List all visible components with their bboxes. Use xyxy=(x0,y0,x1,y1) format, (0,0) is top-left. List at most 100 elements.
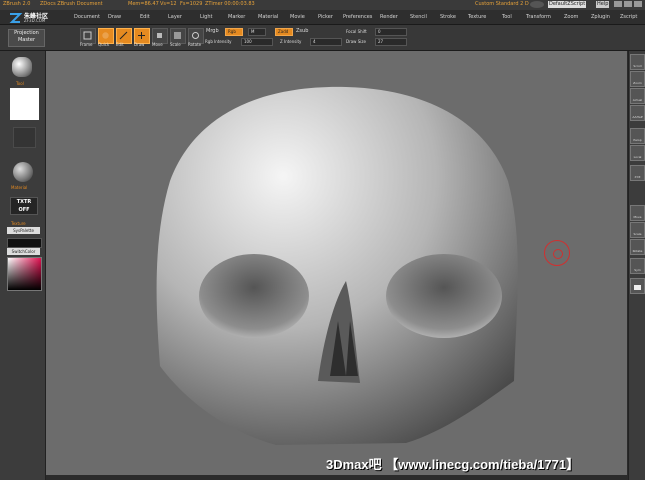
move-view-label: Move xyxy=(633,215,642,219)
actual-label: Actual xyxy=(632,98,643,102)
local-button[interactable]: Local xyxy=(630,145,645,161)
menu-stroke[interactable]: Stroke xyxy=(440,14,456,20)
quick-icon xyxy=(102,32,109,39)
minimize-button[interactable] xyxy=(614,1,622,7)
menu-picker[interactable]: Picker xyxy=(318,14,333,20)
menu-stencil[interactable]: Stencil xyxy=(410,14,427,20)
scale-view-label: Scale xyxy=(633,232,642,236)
focal-shift-slider[interactable]: 0 xyxy=(375,28,407,36)
menu-draw[interactable]: Draw xyxy=(108,14,121,20)
menu-movie[interactable]: Movie xyxy=(290,14,305,20)
top-shelf: Projection Master Frame Quick Edit Draw … xyxy=(0,25,645,51)
scale-label: Scale xyxy=(170,42,181,47)
menu-zscript[interactable]: Zscript xyxy=(620,14,637,20)
move-view-button[interactable]: Move xyxy=(630,205,645,221)
menu-zplugin[interactable]: Zplugin xyxy=(591,14,610,20)
persp-label: Persp xyxy=(633,138,642,142)
draw-size-cursor xyxy=(544,240,570,266)
menu-zoom[interactable]: Zoom xyxy=(564,14,578,20)
help-circle-icon[interactable] xyxy=(530,1,544,8)
move-icon xyxy=(157,33,162,38)
xyz-button[interactable]: XYZ xyxy=(630,165,645,181)
material-sphere-icon[interactable] xyxy=(13,162,33,182)
local-label: Local xyxy=(633,155,642,159)
projection-master-button[interactable]: Projection Master xyxy=(8,29,45,47)
menu-render[interactable]: Render xyxy=(380,14,398,20)
mrgb-toggle[interactable]: Mrgb xyxy=(206,28,219,35)
menu-layer[interactable]: Layer xyxy=(168,14,182,20)
z-intensity-label: Z Intensity xyxy=(280,39,302,44)
camera-button[interactable] xyxy=(630,278,645,294)
rotate-view-button[interactable]: Rotate xyxy=(630,239,645,255)
left-tray: Tool Material TXTR OFF Texture SysPalett… xyxy=(0,51,46,480)
default-zscript-button[interactable]: DefaultZScript xyxy=(548,1,587,8)
draw-size-slider[interactable]: 27 xyxy=(375,38,407,46)
menu-texture[interactable]: Texture xyxy=(468,14,486,20)
draw-label: Draw xyxy=(134,42,145,47)
draw-size-label: Draw Size xyxy=(346,39,366,44)
alpha-swatch[interactable] xyxy=(10,88,39,120)
watermark: 3Dmax吧 【www.linecg.com/tieba/1771】 xyxy=(326,457,580,472)
menu-tool[interactable]: Tool xyxy=(502,14,512,20)
rotate-label: Rotate xyxy=(188,42,202,47)
frame-label: Frame xyxy=(80,42,93,47)
sym-button[interactable]: Sym xyxy=(630,258,645,274)
menu-edit[interactable]: Edit xyxy=(140,14,150,20)
actual-button[interactable]: Actual xyxy=(630,88,645,104)
scroll-button[interactable]: Scroll xyxy=(630,54,645,70)
close-button[interactable] xyxy=(634,1,642,7)
txtr-off-button[interactable]: TXTR OFF xyxy=(10,197,38,215)
scroll-label: Scroll xyxy=(633,64,642,68)
ztimer: ZTimer 00:00:03.83 xyxy=(205,1,255,7)
zoom-button[interactable]: Zoom xyxy=(630,71,645,87)
rgb-intensity-slider[interactable]: 100 xyxy=(241,38,273,46)
mem-stat: Mem=86.47 xyxy=(128,1,159,7)
scale-view-button[interactable]: Scale xyxy=(630,222,645,238)
rgb-intensity-label: Rgb Intensity xyxy=(205,39,232,44)
draw-icon xyxy=(138,32,145,39)
menu-preferences[interactable]: Preferences xyxy=(343,14,372,20)
focal-shift-label: Focal Shift xyxy=(346,29,367,34)
persp-button[interactable]: Persp xyxy=(630,128,645,144)
menu-document[interactable]: Document xyxy=(74,14,100,20)
vs-stat: Vs=12 xyxy=(160,1,177,7)
help-button[interactable]: Help xyxy=(596,1,610,8)
m-toggle[interactable]: M xyxy=(248,28,266,36)
scale-icon xyxy=(174,32,181,39)
menu-bar: 朱峰社区 ZF3D.COM Document Draw Edit Layer L… xyxy=(0,10,645,25)
menu-material[interactable]: Material xyxy=(258,14,278,20)
color-picker[interactable] xyxy=(7,257,42,291)
xyz-label: XYZ xyxy=(634,175,641,179)
aahalf-button[interactable]: AAHalf xyxy=(630,105,645,121)
syspalette-button[interactable]: SysPalette xyxy=(7,227,40,234)
switchcolor-button[interactable]: SwitchColor xyxy=(7,248,40,255)
maximize-button[interactable] xyxy=(624,1,632,7)
app-name: ZBrush 2.0 xyxy=(3,1,31,7)
zsub-toggle[interactable]: Zsub xyxy=(296,28,308,35)
menu-light[interactable]: Light xyxy=(200,14,212,20)
secondary-color-swatch[interactable] xyxy=(7,238,42,248)
aahalf-label: AAHalf xyxy=(632,115,643,119)
menu-marker[interactable]: Marker xyxy=(228,14,245,20)
tool-label: Tool xyxy=(16,81,24,86)
zoom-label: Zoom xyxy=(633,81,642,85)
fs-stat: Fs=1029 xyxy=(180,1,203,7)
tool-preview-icon[interactable] xyxy=(12,57,32,77)
brand-sub: ZF3D.COM xyxy=(24,18,46,23)
material-label: Material xyxy=(11,185,28,190)
document-name: ZDocs ZBrush Document xyxy=(40,1,103,7)
texture-label: Texture xyxy=(11,221,26,226)
sym-label: Sym xyxy=(634,268,641,272)
frame-icon xyxy=(83,31,92,40)
quick-label: Quick xyxy=(98,42,110,47)
rgb-toggle[interactable]: Rgb xyxy=(225,28,243,36)
zadd-toggle[interactable]: Zadd xyxy=(275,28,293,36)
skull-model-render[interactable] xyxy=(46,51,627,475)
z-intensity-slider[interactable]: 4 xyxy=(310,38,342,46)
canvas[interactable] xyxy=(46,51,627,475)
camera-icon xyxy=(634,285,641,290)
edit-icon xyxy=(119,31,128,40)
menu-transform[interactable]: Transform xyxy=(526,14,551,20)
custom-ui-label[interactable]: Custom Standard 2 D xyxy=(475,1,529,8)
stroke-swatch[interactable] xyxy=(13,127,36,148)
